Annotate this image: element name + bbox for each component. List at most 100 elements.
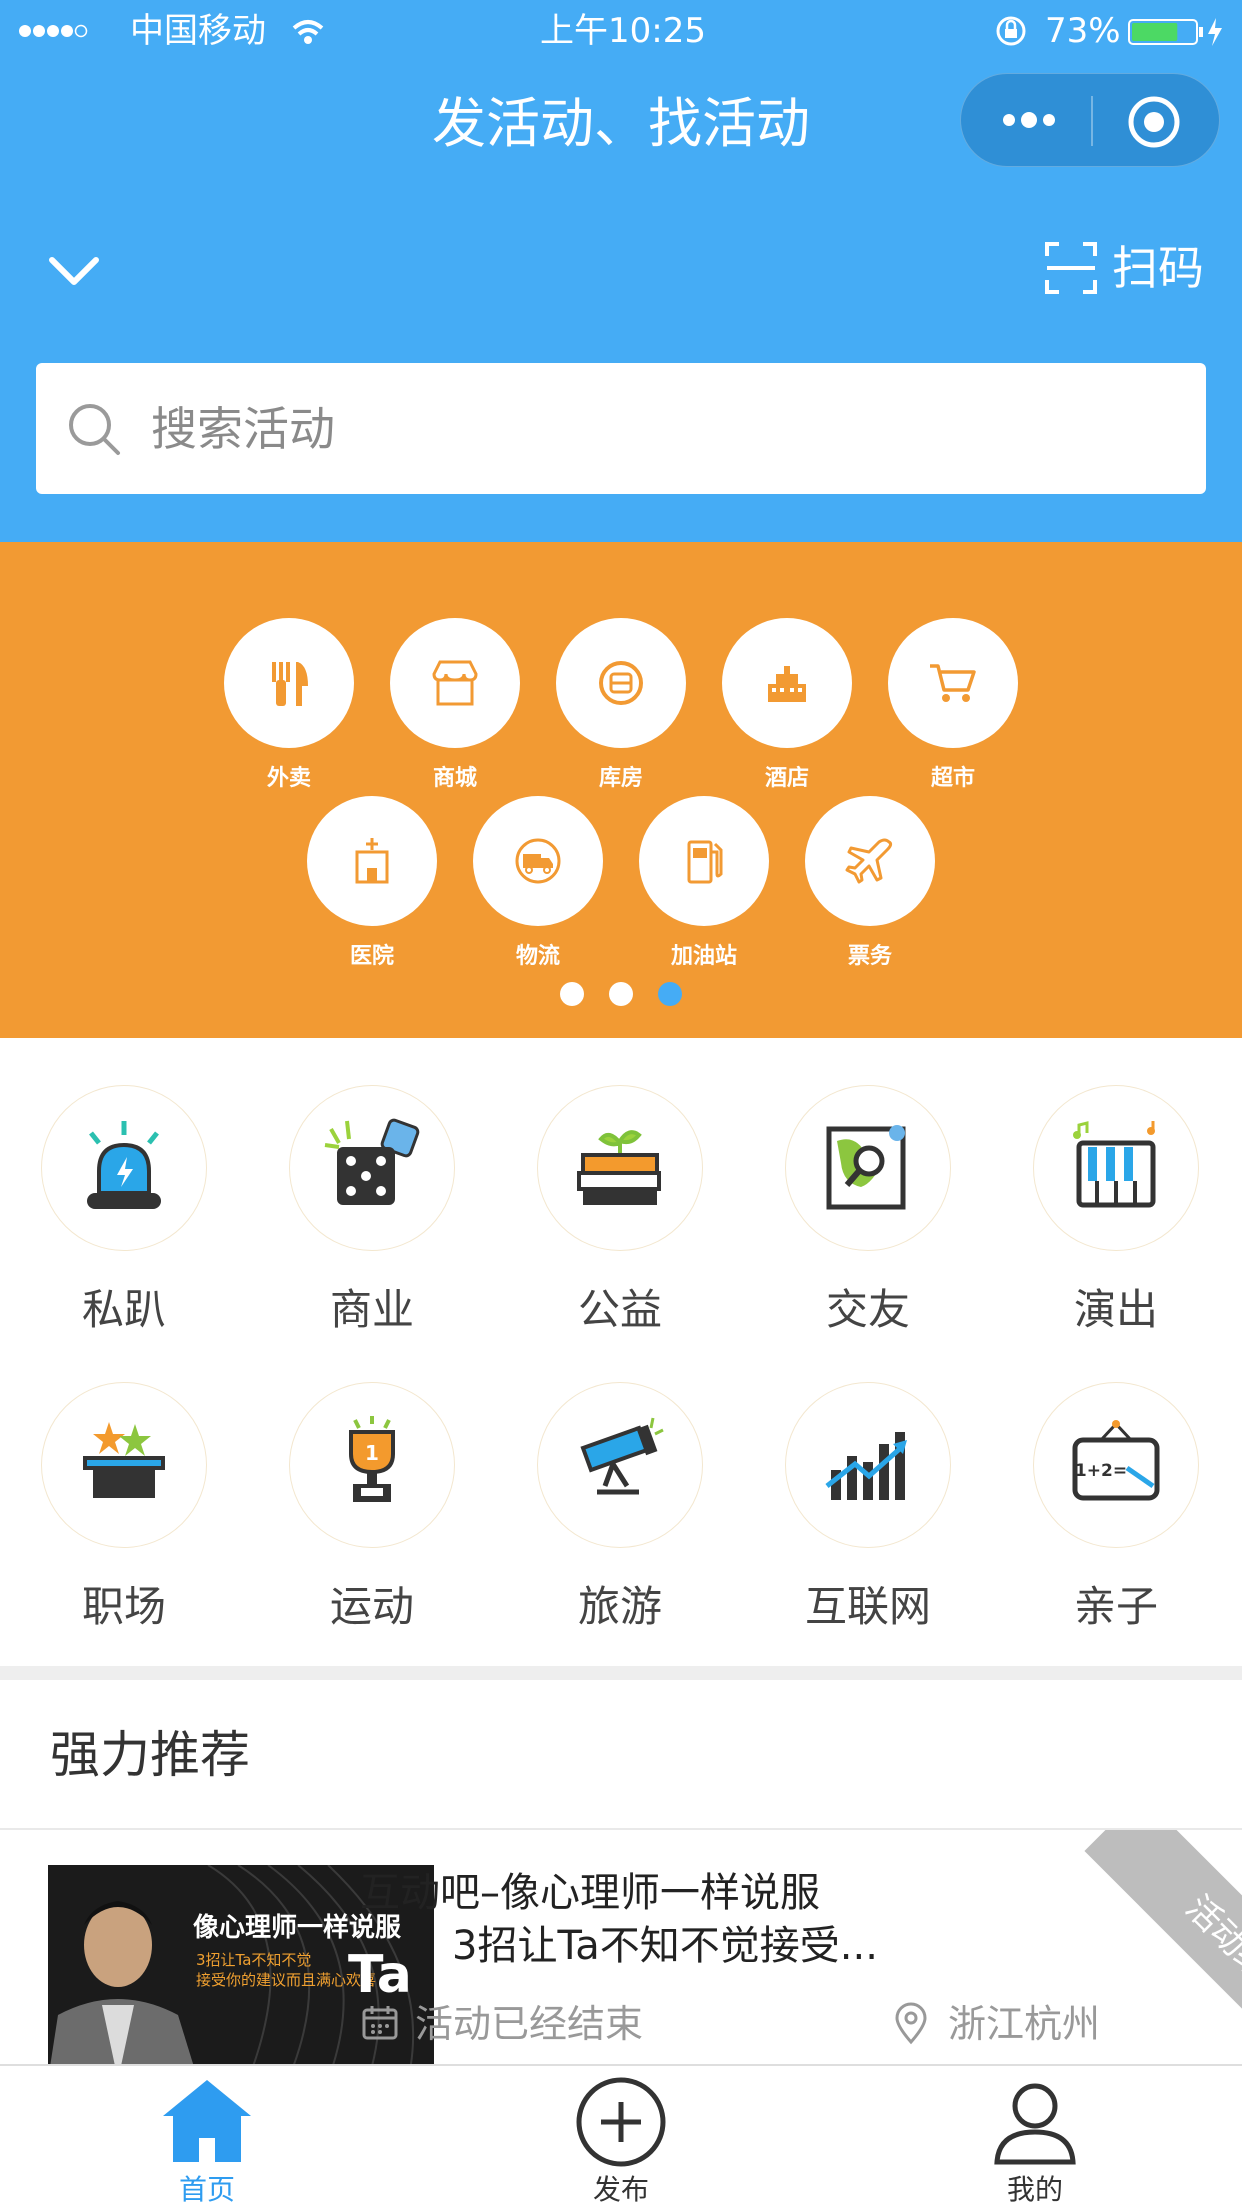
home-icon [163, 2080, 251, 2162]
trophy-icon: 1 [289, 1382, 455, 1548]
banner-label: 加油站 [670, 944, 737, 969]
banner-page-dot[interactable] [560, 982, 584, 1006]
banner-label: 票务 [847, 944, 892, 969]
search-box[interactable] [36, 363, 1206, 494]
scan-icon[interactable] [1045, 242, 1097, 294]
category-label: 演出 [1073, 1285, 1158, 1334]
banner-item-hotel[interactable]: 酒店 [722, 618, 852, 792]
banner-item-tickets[interactable]: 票务 [805, 796, 935, 970]
banner-item-gas-station[interactable]: 加油站 [639, 796, 769, 970]
screen: 中国移动 上午10:25 73% 发活动、找活动 扫码 搜索活动 外卖 商城 库… [0, 0, 1242, 2208]
chevron-down-icon[interactable] [48, 250, 100, 290]
wifi-icon [290, 8, 326, 54]
rotation-lock-icon [994, 8, 1028, 54]
category-career[interactable]: 职场 [29, 1382, 219, 1632]
recommend-card[interactable]: 像心理师一样说服 3招让Ta不知不觉 接受你的建议而且满心欢喜 Ta 互动吧–像… [0, 1830, 1242, 2066]
more-icon[interactable] [999, 98, 1059, 142]
search-input[interactable] [151, 363, 1151, 494]
tab-label: 我的 [1006, 2173, 1063, 2206]
section-divider [0, 1666, 1242, 1680]
tab-home[interactable]: 首页 [107, 2066, 307, 2208]
banner-page-dot[interactable] [609, 982, 633, 1006]
tab-label: 首页 [178, 2173, 235, 2206]
hospital-icon [307, 796, 437, 926]
calendar-icon [360, 2002, 400, 2042]
event-title-line2[interactable]: 3招让Ta不知不觉接受... [452, 1918, 878, 1974]
map-search-icon [785, 1085, 951, 1251]
tab-me[interactable]: 我的 [935, 2066, 1135, 2208]
ended-ribbon: 活动结束 [1020, 1830, 1242, 2066]
header-area: 中国移动 上午10:25 73% 发活动、找活动 扫码 [0, 0, 1242, 542]
books-sprout-icon [537, 1085, 703, 1251]
category-label: 商业 [329, 1285, 414, 1334]
category-parent-child[interactable]: 1+2= 亲子 [1021, 1382, 1211, 1632]
user-icon [994, 2083, 1076, 2165]
banner-page-dot-active[interactable] [658, 982, 682, 1006]
ribbon-label: 活动结束 [1084, 1830, 1242, 2066]
section-title: 强力推荐 [50, 1726, 250, 1784]
category-friends[interactable]: 交友 [773, 1085, 963, 1335]
category-sports[interactable]: 1 运动 [277, 1382, 467, 1632]
signal-icon [18, 8, 88, 54]
scan-button[interactable]: 扫码 [1112, 238, 1204, 298]
category-performance[interactable]: 演出 [1021, 1085, 1211, 1335]
category-label: 亲子 [1073, 1582, 1158, 1631]
category-label: 互联网 [804, 1582, 931, 1631]
svg-text:1: 1 [365, 1441, 379, 1465]
miniprogram-capsule [960, 73, 1220, 167]
event-title-line1[interactable]: 互动吧–像心理师一样说服 [360, 1865, 820, 1921]
banner-item-warehouse[interactable]: 库房 [556, 618, 686, 792]
service-banner[interactable]: 外卖 商城 库房 酒店 超市 医院 物流 加油站 票务 [0, 542, 1242, 1038]
store-icon [390, 618, 520, 748]
banner-label: 商城 [432, 766, 477, 791]
warehouse-icon [556, 618, 686, 748]
svg-text:1+2=: 1+2= [1075, 1461, 1127, 1481]
banner-item-logistics[interactable]: 物流 [473, 796, 603, 970]
banner-label: 物流 [515, 944, 560, 969]
growth-chart-icon [785, 1382, 951, 1548]
banner-label: 酒店 [764, 766, 809, 791]
airplane-icon [805, 796, 935, 926]
banner-item-takeout[interactable]: 外卖 [224, 618, 354, 792]
category-label: 交友 [825, 1285, 910, 1334]
chalkboard-icon: 1+2= [1033, 1382, 1199, 1548]
carrier-name: 中国移动 [130, 11, 266, 51]
banner-label: 库房 [598, 766, 643, 791]
category-private-party[interactable]: 私趴 [29, 1085, 219, 1335]
category-internet[interactable]: 互联网 [773, 1382, 963, 1632]
thumbnail-sub1: 3招让Ta不知不觉 [196, 1951, 312, 1969]
dice-icon [289, 1085, 455, 1251]
banner-item-supermarket[interactable]: 超市 [888, 618, 1018, 792]
category-label: 运动 [329, 1582, 414, 1631]
siren-icon [41, 1085, 207, 1251]
search-icon [66, 401, 122, 457]
piano-icon [1033, 1085, 1199, 1251]
tab-label: 发布 [592, 2173, 649, 2206]
category-label: 职场 [81, 1582, 166, 1631]
cart-icon [888, 618, 1018, 748]
banner-label: 医院 [349, 944, 394, 969]
location-pin-icon [893, 2002, 929, 2046]
telescope-icon [537, 1382, 703, 1548]
battery-icon [1128, 8, 1228, 54]
truck-icon [473, 796, 603, 926]
banner-label: 超市 [930, 766, 975, 791]
capsule-divider [1091, 96, 1093, 146]
tab-bar: 首页 发布 我的 [0, 2064, 1242, 2208]
banner-label: 外卖 [266, 766, 311, 791]
battery-percent: 73% [1045, 11, 1121, 51]
banner-item-mall[interactable]: 商城 [390, 618, 520, 792]
category-label: 私趴 [81, 1285, 166, 1334]
banner-item-hospital[interactable]: 医院 [307, 796, 437, 970]
magic-hat-icon [41, 1382, 207, 1548]
plus-circle-icon [576, 2077, 666, 2167]
status-time: 上午10:25 [540, 11, 706, 51]
category-travel[interactable]: 旅游 [525, 1382, 715, 1632]
category-charity[interactable]: 公益 [525, 1085, 715, 1335]
close-target-icon[interactable] [1126, 94, 1182, 150]
tab-publish[interactable]: 发布 [521, 2066, 721, 2208]
thumbnail-big-text: Ta [348, 1945, 412, 2005]
fork-knife-icon [224, 618, 354, 748]
category-label: 旅游 [577, 1582, 662, 1631]
category-business[interactable]: 商业 [277, 1085, 467, 1335]
